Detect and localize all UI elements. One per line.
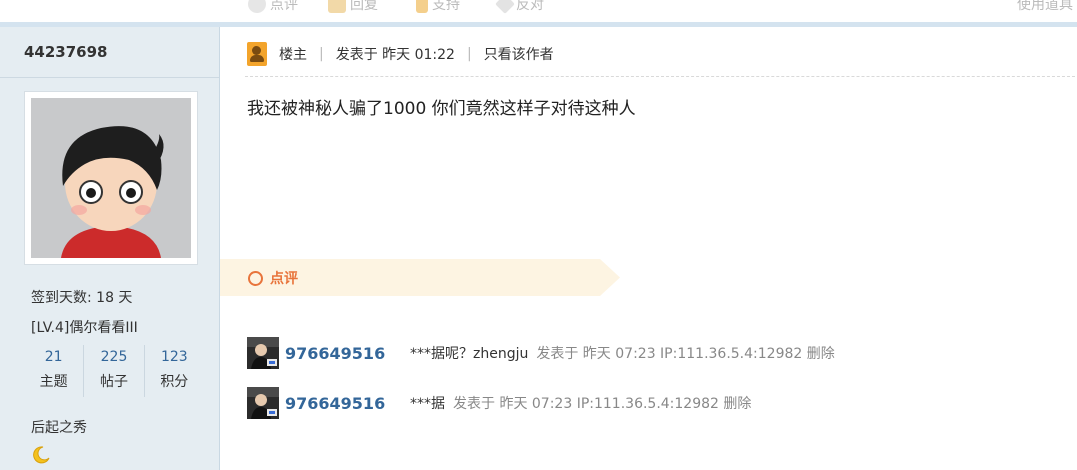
support-action[interactable]: 支持	[416, 0, 460, 14]
use-item-link[interactable]: 使用道具	[1017, 0, 1073, 14]
divider: |	[466, 46, 472, 62]
post-header: 楼主 | 发表于 昨天 01:22 | 只看该作者	[247, 42, 554, 66]
avatar-image	[31, 98, 191, 258]
commenter-name[interactable]: 976649516	[285, 394, 410, 413]
username-row: 44237698	[0, 27, 219, 78]
thread-starter-icon	[247, 42, 267, 66]
thread-starter-label: 楼主	[279, 47, 307, 63]
stat-threads[interactable]: 21 主题	[24, 345, 83, 397]
commenter-avatar[interactable]	[247, 337, 279, 369]
moon-icon	[33, 446, 50, 464]
circle-icon	[248, 271, 263, 286]
reply-action[interactable]: 回复	[328, 0, 378, 14]
post-action-bar: 点评 回复 支持 反对 使用道具	[220, 0, 1077, 22]
thumbs-up-icon	[416, 0, 428, 13]
header-divider	[245, 76, 1075, 77]
review-banner: 点评	[220, 259, 620, 296]
author-only-link[interactable]: 只看该作者	[484, 44, 554, 64]
username[interactable]: 44237698	[24, 43, 108, 61]
comment-icon	[248, 0, 266, 13]
checkin-days: 签到天数: 18 天	[31, 290, 133, 306]
comment-meta: 发表于 昨天 07:23 IP:111.36.5.4:12982 删除	[536, 346, 835, 362]
stat-posts[interactable]: 225 帖子	[83, 345, 143, 397]
commenter-avatar[interactable]	[247, 387, 279, 419]
oppose-action[interactable]: 反对	[495, 0, 544, 14]
comment-text: ***据	[410, 396, 445, 412]
user-sidebar: 44237698 签到天数: 18 天 [LV.4]偶尔看看III 21 主题 …	[0, 27, 220, 470]
stat-points[interactable]: 123 积分	[143, 345, 204, 397]
avatar[interactable]	[24, 91, 198, 265]
post-time: 发表于 昨天 01:22	[335, 47, 455, 63]
divider: |	[319, 46, 324, 62]
post-content: 我还被神秘人骗了1000 你们竟然这样子对待这种人	[247, 99, 636, 119]
review-comment: 976649516 ***据 发表于 昨天 07:23 IP:111.36.5.…	[247, 387, 751, 419]
comment-text: ***据呢？zhengju	[410, 346, 529, 362]
user-stats: 21 主题 225 帖子 123 积分	[24, 345, 204, 397]
reply-icon	[328, 0, 346, 13]
comment-meta: 发表于 昨天 07:23 IP:111.36.5.4:12982 删除	[453, 396, 752, 412]
commenter-name[interactable]: 976649516	[285, 344, 410, 363]
review-comment: 976649516 ***据呢？zhengju 发表于 昨天 07:23 IP:…	[247, 337, 835, 369]
thumbs-down-icon	[495, 0, 515, 14]
user-title: 后起之秀	[31, 420, 87, 436]
user-level[interactable]: [LV.4]偶尔看看III	[31, 317, 138, 337]
review-title: 点评	[270, 271, 298, 287]
comment-action[interactable]: 点评	[248, 0, 298, 14]
